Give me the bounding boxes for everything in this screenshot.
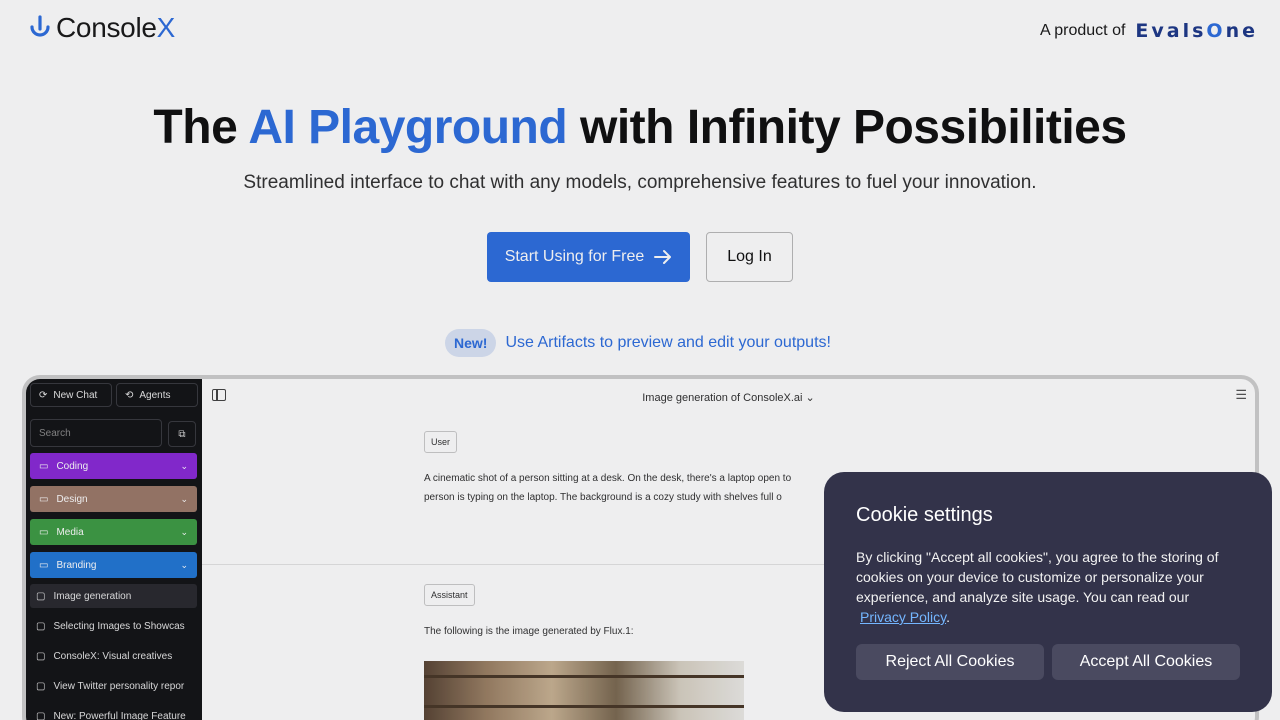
folder-coding[interactable]: ▭ Coding ⌄ [30,453,197,479]
folder-icon: ▭ [39,460,49,472]
preview-sidebar: ⟳ New Chat ⟲ Agents Search ⧉ ▭ Coding ⌄ ▭ D… [26,379,202,720]
hero-title: The AI Playground with Infinity Possibil… [153,101,1127,154]
new-folder-button[interactable]: ⧉ [168,421,196,447]
folder-plus-icon: ⧉ [178,428,186,440]
hero-subtitle: Streamlined interface to chat with any m… [243,172,1037,193]
cookie-body: By clicking "Accept all cookies", you ag… [856,549,1219,625]
user-role-tag: User [424,431,458,453]
product-of: A product of EvalsOne [1040,20,1258,42]
new-chat-label: New Chat [53,389,98,401]
consolex-logo[interactable]: ConsoleX [28,12,175,44]
chat-item-label: Image generation [53,590,132,602]
top-bar: ConsoleX A product of EvalsOne [0,0,1280,60]
chat-icon: ▢ [36,710,46,720]
chat-item-label: New: Powerful Image Feature [53,710,186,720]
reject-cookies-button[interactable]: Reject All Cookies [856,644,1044,680]
agents-button[interactable]: ⟲ Agents [116,383,198,407]
arrow-right-icon [654,250,672,264]
evalsone-logo[interactable]: EvalsOne [1135,20,1258,42]
new-chat-button[interactable]: ⟳ New Chat [30,383,112,407]
login-button[interactable]: Log In [706,232,793,282]
chat-item[interactable]: ▢ ConsoleX: Visual creatives [36,644,196,668]
agents-icon: ⟲ [125,389,134,401]
cookie-settings-dialog: Cookie settings By clicking "Accept all … [824,472,1272,712]
new-badge: New! [445,329,497,357]
chat-item[interactable]: ▢ Image generation [30,584,197,608]
agents-label: Agents [139,389,171,401]
chevron-down-icon: ⌄ [180,460,188,471]
folder-icon: ▭ [39,493,49,505]
start-free-button[interactable]: Start Using for Free [487,232,690,282]
consolex-logo-icon [30,15,50,37]
folder-label: Design [56,493,88,505]
logo-text: ConsoleX [56,12,176,43]
cookie-title: Cookie settings [856,504,993,526]
chat-item[interactable]: ▢ Selecting Images to Showcas [36,614,196,638]
generated-image[interactable] [424,661,744,720]
artifacts-link[interactable]: Use Artifacts to preview and edit your o… [505,334,831,352]
folder-label: Coding [56,460,89,472]
chevron-down-icon: ⌄ [805,392,815,404]
start-free-label: Start Using for Free [504,248,645,265]
accept-cookies-button[interactable]: Accept All Cookies [1052,644,1240,680]
chat-item[interactable]: ▢ View Twitter personality repor [36,674,196,698]
chat-item[interactable]: ▢ New: Powerful Image Feature [36,704,196,720]
conversation-title[interactable]: Image generation of ConsoleX.ai ⌄ [202,391,1255,404]
folder-branding[interactable]: ▭ Branding ⌄ [30,552,197,578]
folder-label: Branding [56,559,97,571]
settings-sliders-icon[interactable]: ☰ [1235,387,1247,403]
product-of-label: A product of [1040,22,1126,39]
chevron-down-icon: ⌄ [180,559,188,570]
chat-icon: ▢ [36,620,46,632]
chat-item-label: ConsoleX: Visual creatives [53,650,173,662]
chat-plus-icon: ⟳ [39,389,48,401]
assistant-role-tag: Assistant [424,584,475,606]
folder-icon: ▭ [39,559,49,571]
chat-icon: ▢ [36,650,46,662]
announcement-bar: New! Use Artifacts to preview and edit y… [445,329,831,357]
folder-design[interactable]: ▭ Design ⌄ [30,486,197,512]
folder-icon: ▭ [39,526,49,538]
chat-icon: ▢ [36,590,46,602]
folder-label: Media [56,526,84,538]
chat-icon: ▢ [36,680,46,692]
privacy-policy-link[interactable]: Privacy Policy [860,609,946,625]
chat-item-label: View Twitter personality repor [53,680,185,692]
chevron-down-icon: ⌄ [180,493,188,504]
chevron-down-icon: ⌄ [180,526,188,537]
sidebar-search-input[interactable]: Search [30,419,162,447]
folder-media[interactable]: ▭ Media ⌄ [30,519,197,545]
chat-item-label: Selecting Images to Showcas [53,620,185,632]
